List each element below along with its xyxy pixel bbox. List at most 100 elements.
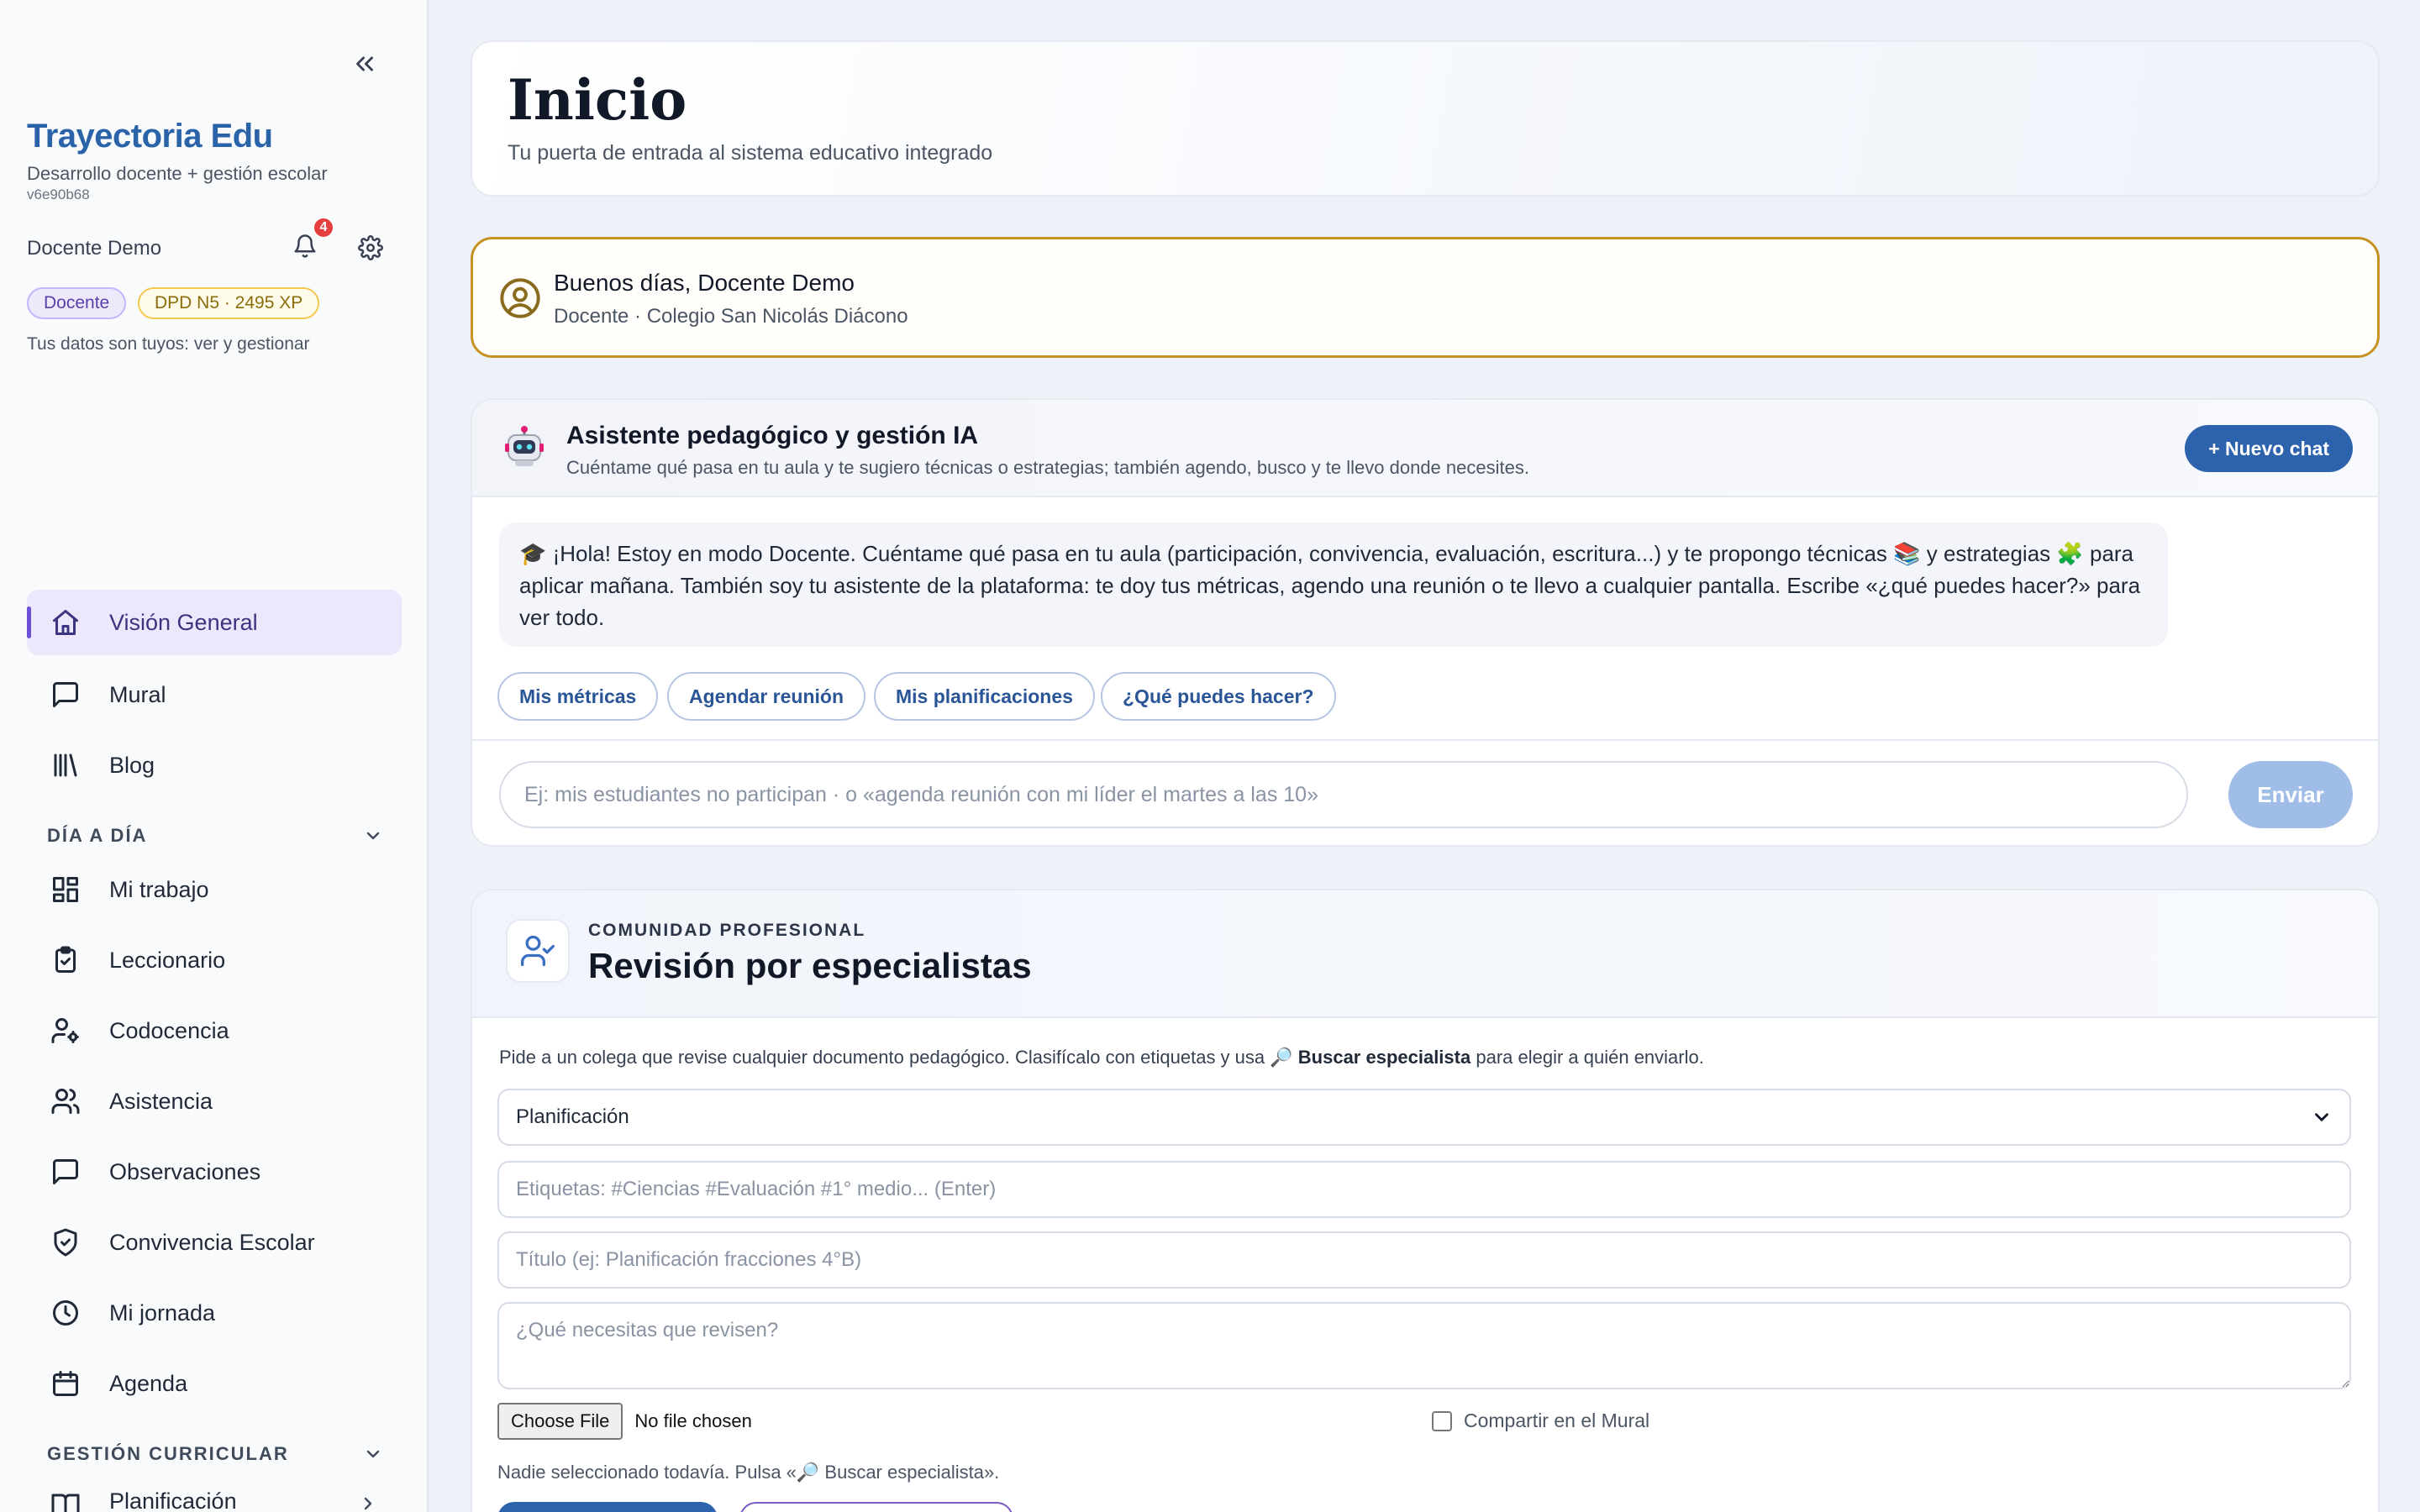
xp-level-badge[interactable]: DPD N5 · 2495 XP — [138, 287, 320, 319]
greeting-card: Buenos días, Docente Demo Docente · Cole… — [471, 237, 2380, 358]
chevron-right-icon — [364, 1497, 372, 1510]
assistant-title: Asistente pedagógico y gestión IA — [566, 422, 979, 449]
user-check-icon — [506, 919, 570, 983]
file-status: No file chosen — [634, 1410, 752, 1431]
nav-item-mural[interactable]: Mural — [27, 662, 402, 727]
nav-item-agenda[interactable]: Agenda — [27, 1351, 402, 1416]
divider — [472, 739, 2378, 741]
nav-item-leccionario[interactable]: Leccionario — [27, 927, 402, 993]
greeting-title: Buenos días, Docente Demo — [554, 270, 855, 296]
bell-icon — [294, 234, 316, 258]
document-title-input[interactable] — [497, 1231, 2351, 1289]
page-header-card: Inicio Tu puerta de entrada al sistema e… — [471, 40, 2380, 197]
review-request-textarea[interactable] — [497, 1302, 2351, 1389]
nav-item-label: Planificación — [109, 1488, 237, 1512]
clock-icon — [49, 1296, 82, 1330]
find-specialist-button[interactable] — [739, 1502, 1013, 1512]
assistant-header: Asistente pedagógico y gestión IA Cuénta… — [472, 400, 2378, 497]
chevron-down-icon — [366, 832, 380, 840]
nav-item-observaciones[interactable]: Observaciones — [27, 1139, 402, 1205]
message-square-icon — [49, 678, 82, 711]
ai-assistant-card: Asistente pedagógico y gestión IA Cuénta… — [471, 398, 2380, 847]
home-icon — [49, 606, 82, 639]
nav-item-label: Agenda — [109, 1370, 188, 1396]
book-open-icon — [49, 1488, 82, 1512]
nav-item-label: Observaciones — [109, 1158, 261, 1184]
nav-item-label: Blog — [109, 752, 155, 778]
quick-action-que-puedes-hacer[interactable]: ¿Qué puedes hacer? — [1101, 672, 1336, 721]
data-privacy-link[interactable]: Tus datos son tuyos: ver y gestionar — [27, 334, 310, 354]
nav-item-label: Codocencia — [109, 1017, 229, 1043]
notification-count-badge: 4 — [313, 217, 334, 239]
nav-item-label: Mi jornada — [109, 1299, 216, 1326]
nav-item-mi-trabajo[interactable]: Mi trabajo — [27, 857, 402, 922]
primary-action-button[interactable] — [497, 1502, 718, 1512]
clipboard-check-icon — [49, 943, 82, 977]
send-button[interactable]: Enviar — [2228, 761, 2353, 828]
choose-file-button[interactable]: Choose File — [497, 1403, 623, 1440]
nav-item-blog[interactable]: Blog — [27, 732, 402, 798]
section-toggle-dia-a-dia[interactable]: DÍA A DÍA — [47, 825, 383, 847]
find-specialist-label: Buscar especialista — [1297, 1047, 1471, 1068]
nav-item-label: Asistencia — [109, 1088, 213, 1114]
page-subtitle: Tu puerta de entrada al sistema educativ… — [508, 141, 993, 165]
chevrons-left-icon — [356, 56, 373, 71]
greeting-subtitle: Docente · Colegio San Nicolás Diácono — [554, 305, 908, 328]
selected-document-type: Planificación — [516, 1105, 629, 1128]
nav-item-label: Mi trabajo — [109, 876, 209, 902]
section-toggle-gestion-curricular[interactable]: GESTIÓN CURRICULAR — [47, 1443, 383, 1465]
assistant-message: 🎓 ¡Hola! Estoy en modo Docente. Cuéntame… — [499, 522, 2168, 647]
collapse-sidebar-button[interactable] — [348, 47, 381, 81]
quick-action-mis-metricas[interactable]: Mis métricas — [497, 672, 659, 721]
specialist-status: Nadie seleccionado todavía. Pulsa «🔎 Bus… — [497, 1462, 1000, 1483]
description-text: Pide a un colega que revise cualquier do… — [499, 1047, 1298, 1068]
nav-item-convivencia-escolar[interactable]: Convivencia Escolar — [27, 1210, 402, 1275]
chevron-down-icon — [2315, 1113, 2328, 1121]
brand-subtitle: Desarrollo docente + gestión escolar — [27, 163, 328, 184]
share-label: Compartir en el Mural — [1464, 1410, 1650, 1431]
message-square-icon — [49, 1155, 82, 1189]
quick-action-mis-planificaciones[interactable]: Mis planificaciones — [874, 672, 1095, 721]
gear-icon — [358, 235, 383, 260]
nav-item-mi-jornada[interactable]: Mi jornada — [27, 1280, 402, 1346]
nav-item-label: Convivencia Escolar — [109, 1229, 315, 1255]
quick-action-agendar-reunion[interactable]: Agendar reunión — [667, 672, 866, 721]
nav-item-label: Mural — [109, 681, 166, 707]
review-description: Pide a un colega que revise cualquier do… — [499, 1047, 1704, 1068]
brand-title[interactable]: Trayectoria Edu — [27, 118, 273, 155]
section-label: GESTIÓN CURRICULAR — [47, 1443, 289, 1464]
share-checkbox[interactable] — [1432, 1410, 1452, 1431]
description-text: para elegir a quién enviarlo. — [1470, 1047, 1704, 1068]
chat-input[interactable] — [499, 761, 2188, 828]
page-title: Inicio — [508, 67, 687, 133]
users-icon — [49, 1084, 82, 1118]
chevron-down-icon — [366, 1450, 380, 1458]
user-cog-icon — [49, 1014, 82, 1047]
section-title: Revisión por especialistas — [588, 946, 1032, 985]
library-icon — [49, 748, 82, 782]
robot-icon — [502, 425, 546, 469]
document-type-select[interactable]: Planificación — [497, 1089, 2351, 1146]
user-name: Docente Demo — [27, 237, 162, 260]
settings-button[interactable] — [353, 230, 388, 265]
nav-item-label: Visión General — [109, 609, 258, 635]
section-label: DÍA A DÍA — [47, 825, 148, 846]
calendar-icon — [49, 1367, 82, 1400]
shield-check-icon — [49, 1226, 82, 1259]
nav-item-label: Leccionario — [109, 947, 226, 973]
sidebar: Trayectoria Edu Desarrollo docente + ges… — [0, 0, 429, 1512]
nav-item-asistencia[interactable]: Asistencia — [27, 1068, 402, 1134]
share-to-mural-option[interactable]: Compartir en el Mural — [1432, 1410, 1649, 1432]
tags-input[interactable] — [497, 1161, 2351, 1218]
review-header: COMUNIDAD PROFESIONAL Revisión por espec… — [472, 890, 2378, 1018]
nav-item-planificacion[interactable]: Planificación — [27, 1475, 402, 1512]
nav-item-codocencia[interactable]: Codocencia — [27, 998, 402, 1063]
section-kicker: COMUNIDAD PROFESIONAL — [588, 921, 866, 940]
dashboard-grid-icon — [49, 873, 82, 906]
new-chat-button[interactable]: + Nuevo chat — [2185, 425, 2353, 472]
file-upload: Choose File No file chosen — [497, 1403, 752, 1440]
nav-item-vision-general[interactable]: Visión General — [27, 590, 402, 655]
app-version: v6e90b68 — [27, 186, 90, 202]
role-badge: Docente — [27, 287, 127, 319]
user-circle-icon — [498, 276, 542, 320]
